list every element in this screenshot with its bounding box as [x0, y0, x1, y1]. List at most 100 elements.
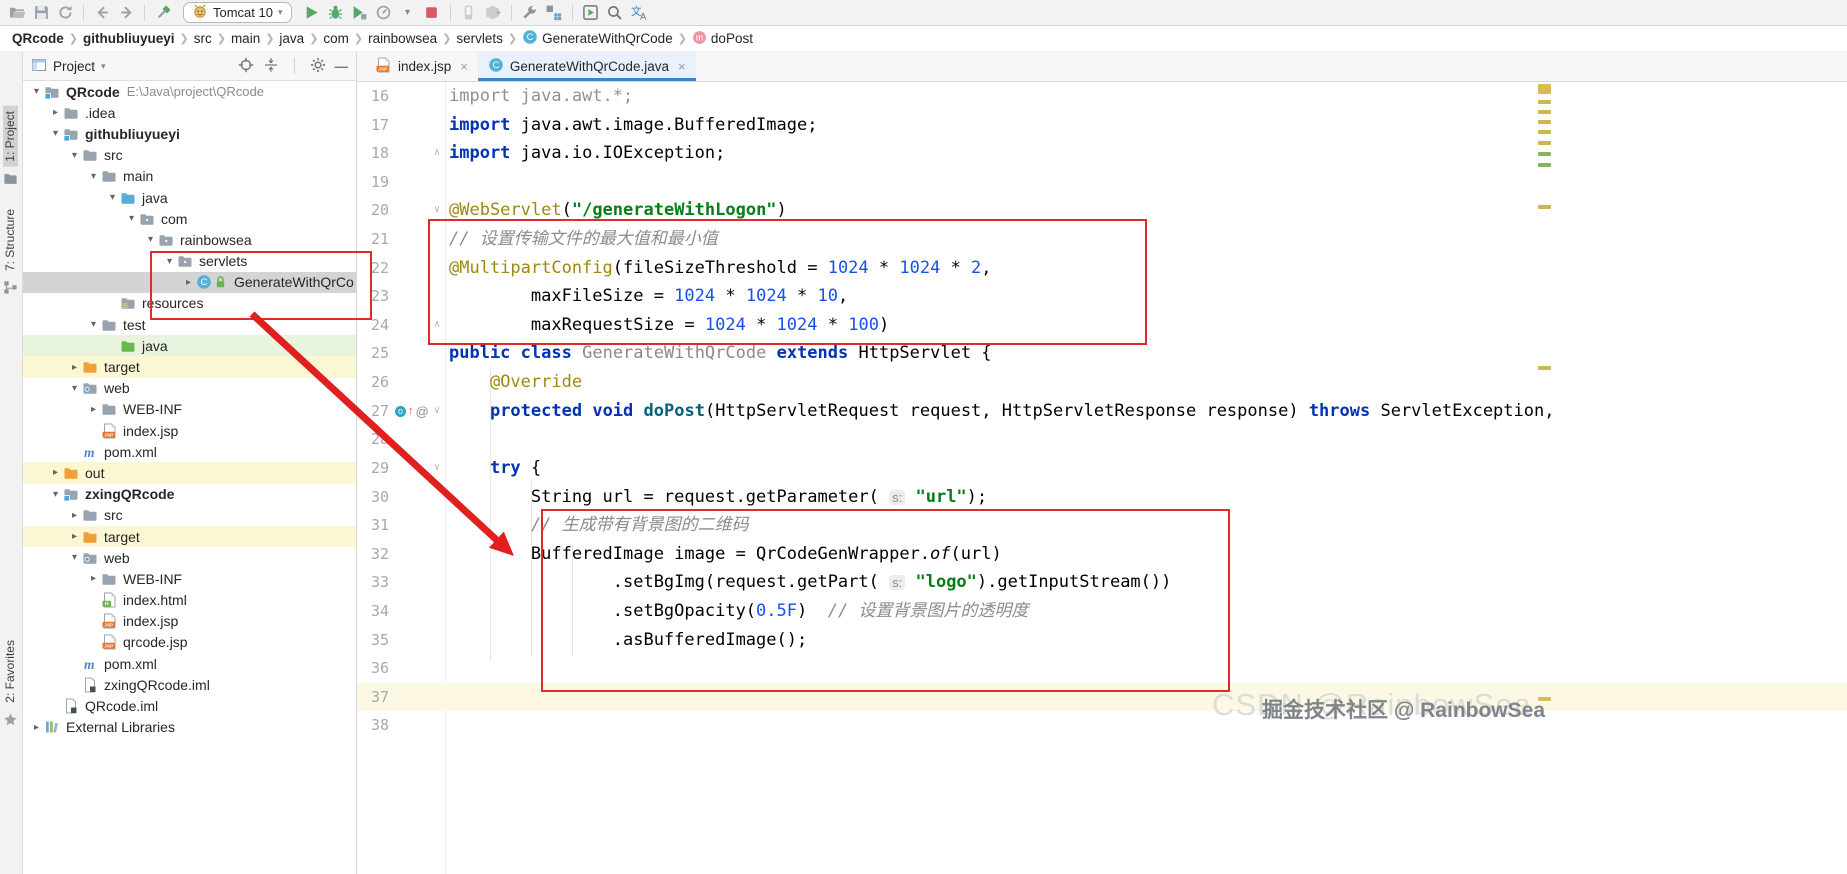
tree-item-generatewithqrco[interactable]: ▸ C GenerateWithQrCo: [23, 271, 356, 293]
tree-expand-arrow-icon[interactable]: ▸: [67, 362, 82, 373]
tree-item-resources[interactable]: resources: [23, 293, 356, 314]
tree-item-com[interactable]: ▾ com: [23, 208, 356, 229]
close-icon[interactable]: ×: [678, 59, 686, 74]
tree-item-qrcode[interactable]: ▾ QRcode E:\Java\project\QRcode: [23, 81, 356, 102]
tree-item-servlets[interactable]: ▾ servlets: [23, 251, 356, 272]
tree-item-index-html[interactable]: Hindex.html: [23, 590, 356, 611]
project-panel-title[interactable]: Project: [53, 59, 95, 74]
chev-icon[interactable]: ▾: [396, 1, 420, 25]
breadcrumb-item-rainbowsea[interactable]: rainbowsea: [366, 31, 439, 46]
fold-marker-icon[interactable]: ∨: [429, 196, 445, 225]
tree-item-out[interactable]: ▸ out: [23, 462, 356, 484]
tool-stripe----favorites[interactable]: 2: Favorites: [1, 635, 20, 732]
tree-expand-arrow-icon[interactable]: ▸: [67, 531, 82, 542]
tree-item-main[interactable]: ▾ main: [23, 166, 356, 187]
locate-icon[interactable]: [238, 57, 254, 76]
tree-item-test[interactable]: ▾ test: [23, 314, 356, 335]
tree-item-web[interactable]: ▾ web: [23, 547, 356, 568]
fold-marker-icon[interactable]: ∨: [429, 397, 445, 426]
breadcrumb-item-main[interactable]: main: [229, 31, 262, 46]
tree-expand-arrow-icon[interactable]: ▸: [181, 277, 196, 288]
tree-item-qrcode-jsp[interactable]: JSP qrcode.jsp: [23, 632, 356, 653]
tree-item-web[interactable]: ▾ web: [23, 378, 356, 399]
tree-item-web-inf[interactable]: ▸ WEB-INF: [23, 568, 356, 589]
translate-icon[interactable]: 文A: [627, 1, 651, 25]
coverage-icon[interactable]: [348, 1, 372, 25]
tool-stripe----structure[interactable]: 7: Structure: [1, 204, 20, 300]
build-icon[interactable]: [151, 1, 175, 25]
runbox-icon[interactable]: [579, 1, 603, 25]
tree-item-zxingqrcode-iml[interactable]: zxingQRcode.iml: [23, 674, 356, 695]
code-area[interactable]: 16 import java.awt.*; 17 import java.awt.im…: [357, 82, 1847, 874]
tree-expand-arrow-icon[interactable]: ▸: [48, 107, 63, 118]
forward-icon[interactable]: [114, 1, 138, 25]
back-icon[interactable]: [90, 1, 114, 25]
tree-collapse-arrow-icon[interactable]: ▾: [67, 383, 82, 394]
editor[interactable]: JSP index.jsp × C GenerateWithQrCode.java × 1…: [357, 52, 1847, 874]
tree-collapse-arrow-icon[interactable]: ▾: [124, 213, 139, 224]
gear-icon[interactable]: [310, 57, 326, 76]
tree-item-java[interactable]: java: [23, 335, 356, 357]
tree-item-index-jsp[interactable]: JSP index.jsp: [23, 611, 356, 632]
overrides-icon[interactable]: o: [395, 405, 406, 417]
tree-item-pom-xml[interactable]: m pom.xml: [23, 653, 356, 674]
tree-collapse-arrow-icon[interactable]: ▾: [86, 319, 101, 330]
fold-marker-icon[interactable]: ∧: [429, 311, 445, 340]
tab-index-jsp[interactable]: JSP index.jsp ×: [365, 52, 478, 81]
close-icon[interactable]: ×: [460, 59, 468, 74]
breadcrumb-item-doPost[interactable]: m doPost: [690, 30, 755, 48]
breadcrumb-item-src[interactable]: src: [192, 31, 214, 46]
minimize-icon[interactable]: —: [335, 59, 349, 74]
tree-collapse-arrow-icon[interactable]: ▾: [86, 171, 101, 182]
breadcrumb-item-servlets[interactable]: servlets: [454, 31, 505, 46]
tree-collapse-arrow-icon[interactable]: ▾: [29, 86, 44, 97]
breadcrumb-item-com[interactable]: com: [321, 31, 351, 46]
profiler-icon[interactable]: [372, 1, 396, 25]
fold-marker-icon[interactable]: ∨: [429, 454, 445, 483]
collapse-icon[interactable]: [263, 57, 279, 76]
tree-expand-arrow-icon[interactable]: ▸: [86, 404, 101, 415]
stop-icon[interactable]: [420, 1, 444, 25]
tree-item-rainbowsea[interactable]: ▾ rainbowsea: [23, 229, 356, 250]
tree-item-githubliuyueyi[interactable]: ▾ githubliuyueyi: [23, 123, 356, 144]
tree-collapse-arrow-icon[interactable]: ▾: [67, 552, 82, 563]
tree-expand-arrow-icon[interactable]: ▸: [86, 573, 101, 584]
tree-collapse-arrow-icon[interactable]: ▾: [143, 234, 158, 245]
tree-item-zxingqrcode[interactable]: ▾ zxingQRcode: [23, 484, 356, 505]
tree-expand-arrow-icon[interactable]: ▸: [29, 722, 44, 733]
tree-item-src[interactable]: ▸ src: [23, 505, 356, 526]
tree-item-pom-xml[interactable]: m pom.xml: [23, 441, 356, 462]
tool-stripe----project[interactable]: 1: Project: [1, 106, 20, 191]
breadcrumb-item-githubliuyueyi[interactable]: githubliuyueyi: [81, 31, 177, 46]
open-icon[interactable]: [5, 1, 29, 25]
tree-collapse-arrow-icon[interactable]: ▾: [48, 128, 63, 139]
chevron-down-icon[interactable]: ▾: [101, 61, 106, 72]
tab-generatewithqrcode-java[interactable]: C GenerateWithQrCode.java ×: [477, 52, 696, 81]
breadcrumb-item-java[interactable]: java: [277, 31, 306, 46]
search-icon[interactable]: [603, 1, 627, 25]
fold-marker-icon[interactable]: ∧: [429, 139, 445, 168]
tree-expand-arrow-icon[interactable]: ▸: [67, 510, 82, 521]
tree-item-src[interactable]: ▾ src: [23, 145, 356, 166]
tree-expand-arrow-icon[interactable]: ▸: [48, 467, 63, 478]
sync-icon[interactable]: [53, 1, 77, 25]
tree-item--idea[interactable]: ▸ .idea: [23, 102, 356, 123]
breadcrumb-item-QRcode[interactable]: QRcode: [10, 31, 66, 46]
save-icon[interactable]: [29, 1, 53, 25]
tree-item-index-jsp[interactable]: JSP index.jsp: [23, 420, 356, 441]
tree-item-external-libraries[interactable]: ▸ External Libraries: [23, 717, 356, 738]
run-icon[interactable]: [300, 1, 324, 25]
tree-collapse-arrow-icon[interactable]: ▾: [48, 489, 63, 500]
tree-collapse-arrow-icon[interactable]: ▾: [105, 192, 120, 203]
run-configuration-select[interactable]: Tomcat 10 ▾: [183, 2, 292, 23]
tree-item-java[interactable]: ▾ java: [23, 187, 356, 208]
tree-item-target[interactable]: ▸ target: [23, 356, 356, 378]
tree-item-target[interactable]: ▸ target: [23, 525, 356, 548]
tree-item-web-inf[interactable]: ▸ WEB-INF: [23, 399, 356, 420]
tree-collapse-arrow-icon[interactable]: ▾: [67, 150, 82, 161]
debug-icon[interactable]: [324, 1, 348, 25]
structure-icon[interactable]: [542, 1, 566, 25]
wrench-icon[interactable]: [518, 1, 542, 25]
tree-collapse-arrow-icon[interactable]: ▾: [162, 256, 177, 267]
breadcrumb-item-GenerateWithQrCode[interactable]: C GenerateWithQrCode: [520, 29, 675, 48]
